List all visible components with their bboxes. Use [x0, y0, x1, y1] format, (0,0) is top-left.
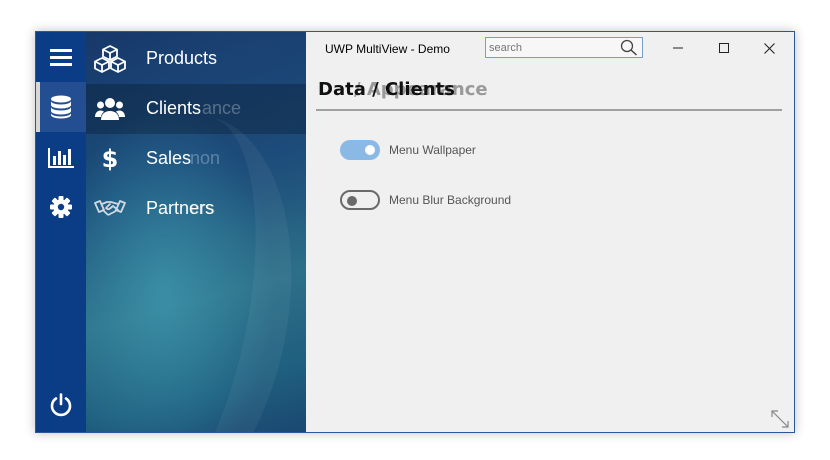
nav-label-sales: Sales: [146, 148, 192, 168]
rail-charts-button[interactable]: [36, 132, 86, 182]
users-icon: [92, 94, 128, 124]
close-button[interactable]: [747, 34, 791, 62]
menu-wallpaper-label: Menu Wallpaper: [389, 143, 476, 157]
title-bar[interactable]: UWP MultiView - Demo: [306, 32, 794, 64]
rail-settings-button[interactable]: [36, 182, 86, 232]
rail-data-button[interactable]: [36, 82, 86, 132]
nav-label-clients: Clients: [146, 98, 202, 118]
page-title: Data / Clients: [318, 79, 455, 100]
title-divider: [316, 109, 782, 111]
icon-rail: [36, 32, 86, 432]
nav-item-sales[interactable]: $ Sales non: [86, 134, 306, 184]
search-box[interactable]: [485, 37, 643, 58]
navigation-panel: Products Clients ance $ Sales non Partne…: [86, 32, 306, 432]
nav-ghost-text-partners: ers: [190, 198, 216, 218]
nav-label-partners: Partners: [146, 198, 215, 218]
nav-ghost-text-sales: non: [190, 148, 221, 168]
hamburger-menu-icon: [50, 49, 72, 66]
nav-ghost-text-clients: ance: [202, 98, 242, 118]
handshake-icon: [92, 194, 128, 224]
maximize-icon: [719, 43, 729, 53]
menu-blur-background-toggle[interactable]: [340, 190, 380, 210]
resize-grip[interactable]: [770, 409, 790, 429]
nav-label-products: Products: [146, 48, 218, 68]
close-icon: [763, 42, 775, 54]
minimize-icon: [673, 47, 683, 49]
maximize-button[interactable]: [702, 34, 746, 62]
power-icon: [50, 393, 72, 417]
nav-item-clients[interactable]: Clients ance: [86, 84, 306, 134]
search-input[interactable]: [489, 39, 617, 56]
dollar-icon: $: [101, 145, 119, 173]
power-button[interactable]: [36, 380, 86, 430]
nav-item-products[interactable]: Products: [86, 34, 306, 84]
search-icon: [620, 39, 638, 56]
cubes-icon: [92, 44, 128, 74]
menu-wallpaper-toggle[interactable]: [340, 140, 380, 160]
toggle-knob: [365, 145, 375, 155]
database-icon: [51, 95, 71, 119]
toggle-knob: [347, 196, 357, 206]
resize-arrows-icon: [771, 410, 789, 428]
search-button[interactable]: [620, 39, 638, 56]
content-area: UWP MultiView - Demo search / Appearance…: [306, 32, 794, 432]
hamburger-menu-button[interactable]: [36, 32, 86, 82]
app-window: Products Clients ance $ Sales non Partne…: [35, 31, 795, 433]
gear-icon: [50, 196, 72, 218]
window-title: UWP MultiView - Demo: [325, 42, 450, 56]
nav-item-partners[interactable]: Partners ers: [86, 184, 306, 234]
menu-blur-background-label: Menu Blur Background: [389, 193, 512, 207]
bar-chart-icon: [48, 148, 74, 168]
minimize-button[interactable]: [656, 34, 700, 62]
